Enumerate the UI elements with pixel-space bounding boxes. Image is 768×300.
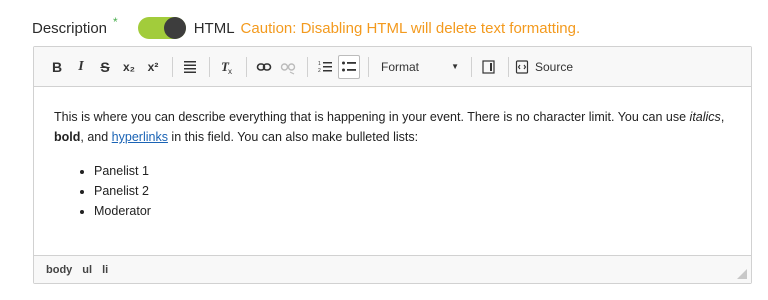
strikethrough-button[interactable]: S: [94, 55, 116, 79]
format-dropdown-label: Format: [381, 59, 420, 74]
format-dropdown[interactable]: Format ▼: [375, 55, 465, 79]
source-icon: [515, 59, 529, 74]
toolbar-separator: [209, 56, 210, 77]
list-item: Panelist 2: [94, 181, 731, 201]
maximize-icon: [482, 59, 495, 74]
remove-format-icon: Tx: [221, 59, 232, 75]
bold-button[interactable]: B: [46, 55, 68, 79]
hyperlink[interactable]: hyperlinks: [112, 130, 168, 144]
description-field-header: Description * HTML Caution: Disabling HT…: [32, 14, 580, 42]
italic-word: italics: [689, 110, 721, 124]
list-item: Panelist 1: [94, 161, 731, 181]
resize-handle-icon[interactable]: [737, 269, 747, 279]
path-item-li[interactable]: li: [102, 264, 108, 276]
chevron-down-icon: ▼: [451, 62, 459, 71]
bulleted-list: Panelist 1 Panelist 2 Moderator: [54, 161, 731, 221]
paragraph-text-end: in this field. You can also make bullete…: [167, 130, 419, 144]
source-button[interactable]: Source: [515, 60, 573, 74]
rich-text-editor: B I S x₂ x² Tx 12 Format ▼ Source This i…: [33, 46, 752, 284]
paragraph-text: This is where you can describe everythin…: [54, 110, 690, 124]
maximize-button[interactable]: [478, 55, 500, 79]
toggle-knob[interactable]: [163, 17, 186, 39]
unlink-icon: [280, 62, 296, 75]
toolbar-separator: [172, 56, 173, 77]
toolbar-separator: [508, 56, 509, 77]
svg-text:2: 2: [318, 68, 321, 74]
editor-toolbar: B I S x₂ x² Tx 12 Format ▼ Source: [34, 47, 751, 87]
italic-button[interactable]: I: [70, 55, 92, 79]
element-path-bar: body ul li: [34, 255, 751, 283]
list-item: Moderator: [94, 201, 731, 221]
subscript-button[interactable]: x₂: [118, 55, 140, 79]
comma-text: ,: [720, 110, 725, 124]
horizontal-rule-button[interactable]: [179, 55, 201, 79]
html-toggle-label: HTML: [193, 19, 235, 37]
html-toggle[interactable]: [137, 17, 186, 39]
svg-text:1: 1: [318, 61, 321, 67]
link-button[interactable]: [253, 55, 275, 79]
bulleted-list-icon: [342, 61, 356, 71]
required-marker: *: [113, 15, 118, 29]
svg-text:x: x: [228, 67, 232, 75]
description-label: Description: [32, 19, 108, 37]
unlink-button[interactable]: [277, 55, 299, 79]
path-item-ul[interactable]: ul: [82, 264, 92, 276]
remove-format-button[interactable]: Tx: [216, 55, 238, 79]
caution-text: Caution: Disabling HTML will delete text…: [240, 19, 581, 37]
bulleted-list-button[interactable]: [338, 54, 360, 79]
and-text: , and: [80, 130, 112, 144]
superscript-button[interactable]: x²: [142, 55, 164, 79]
toolbar-separator: [471, 56, 472, 77]
content-paragraph: This is where you can describe everythin…: [54, 107, 731, 147]
numbered-list-button[interactable]: 12: [314, 55, 336, 79]
link-icon: [256, 62, 272, 71]
numbered-list-icon: 12: [318, 61, 332, 74]
path-item-body[interactable]: body: [46, 264, 72, 276]
toolbar-separator: [368, 56, 369, 77]
editor-content-area[interactable]: This is where you can describe everythin…: [34, 87, 751, 221]
toolbar-separator: [246, 56, 247, 77]
toolbar-separator: [307, 56, 308, 77]
bold-word: bold: [54, 130, 81, 144]
horizontal-rule-icon: [184, 60, 196, 73]
source-label: Source: [535, 59, 574, 74]
